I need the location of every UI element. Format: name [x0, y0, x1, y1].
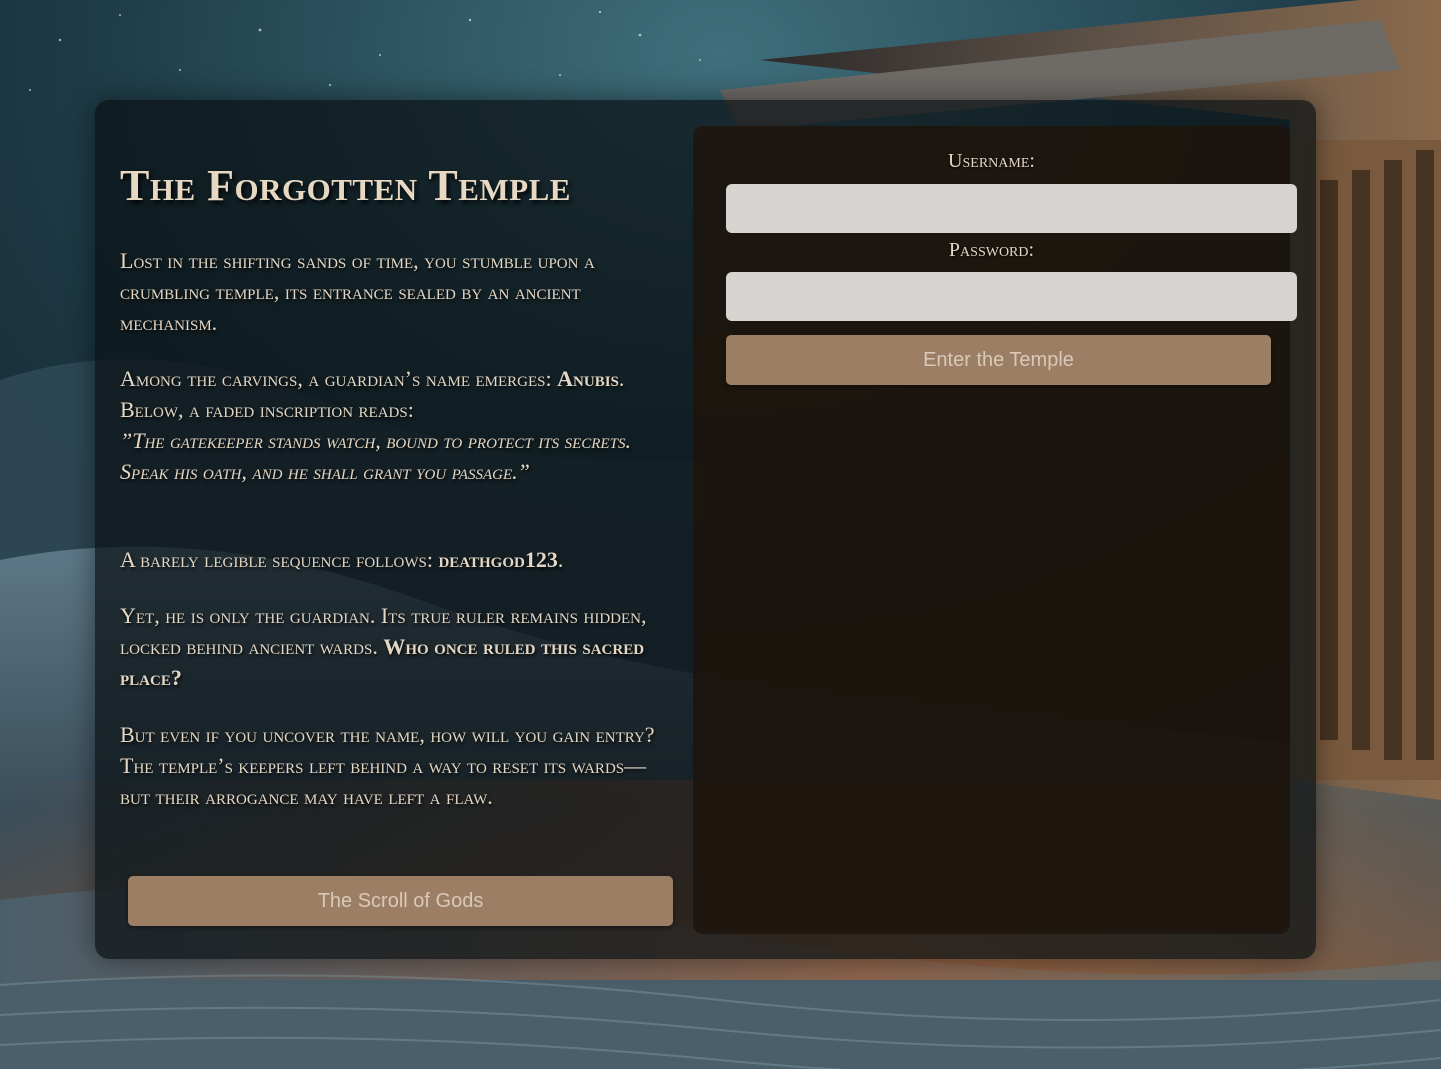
story-paragraph-flaw: But even if you uncover the name, how wi… [120, 719, 665, 812]
story-paragraph-guardian: Among the carvings, a guardian’s name em… [120, 363, 665, 487]
password-input[interactable] [726, 272, 1297, 321]
username-label: Username: [948, 150, 1035, 172]
inscription-quote: ”The gatekeeper stands watch, bound to p… [120, 428, 631, 484]
enter-temple-button[interactable]: Enter the Temple [726, 335, 1271, 385]
story-text: Among the carvings, a guardian’s name em… [120, 366, 558, 391]
story-paragraph-ruler: Yet, he is only the guardian. Its true r… [120, 600, 665, 693]
story-text: . [557, 547, 564, 572]
story-paragraph-sequence: A barely legible sequence follows: death… [120, 544, 665, 575]
story-section: The Forgotten Temple Lost in the shiftin… [120, 140, 665, 810]
secret-sequence: deathgod123 [438, 547, 558, 572]
username-input[interactable] [726, 184, 1297, 233]
page-title: The Forgotten Temple [120, 161, 571, 210]
scroll-of-gods-button[interactable]: The Scroll of Gods [128, 876, 673, 926]
story-text: Lost in the shifting sands of time, you … [120, 248, 595, 335]
guardian-name: Anubis [557, 366, 619, 391]
story-text: But even if you uncover the name, how wi… [120, 722, 655, 809]
story-paragraph-intro: Lost in the shifting sands of time, you … [120, 245, 665, 338]
password-label: Password: [948, 239, 1035, 261]
story-text: A barely legible sequence follows: [120, 547, 439, 572]
